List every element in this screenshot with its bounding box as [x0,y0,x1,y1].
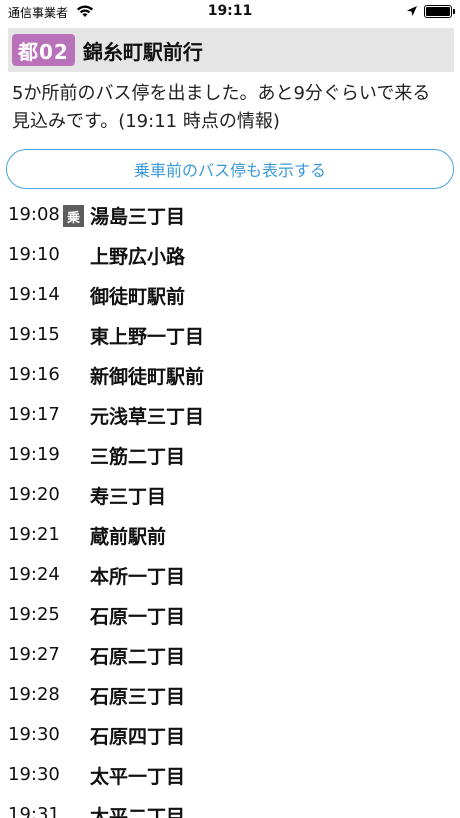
stop-row[interactable]: 19:27 石原二丁目 [0,636,460,676]
stop-list: 19:08 乗湯島三丁目 19:10 上野広小路 19:14 御徒町駅前 19:15 東上野一… [0,196,460,818]
stop-time: 19:30 [8,724,60,745]
stop-name: 本所一丁目 [90,566,186,588]
stop-time: 19:15 [8,324,60,345]
stop-row[interactable]: 19:15 東上野一丁目 [0,316,460,356]
stop-time: 19:17 [8,404,60,425]
stop-row[interactable]: 19:28 石原三丁目 [0,676,460,716]
stop-time: 19:10 [8,244,60,265]
stop-name: 石原二丁目 [90,646,186,668]
stop-name: 上野広小路 [90,246,186,268]
stop-name: 太平二丁目 [90,806,186,818]
stop-time: 19:21 [8,524,60,545]
stop-time: 19:30 [8,764,60,785]
status-time: 19:11 [207,3,253,19]
stop-name: 太平一丁目 [90,766,186,788]
stop-row[interactable]: 19:24 本所一丁目 [0,556,460,596]
stop-time: 19:08 [8,204,60,225]
status-bar: 通信事業者 19:11 [0,0,460,24]
stop-name: 石原四丁目 [90,726,186,748]
arrival-info: 5か所前のバス停を出ました。あと9分ぐらいで来る見込みです。(19:11 時点の… [12,83,431,132]
stop-time: 19:19 [8,444,60,465]
stop-time: 19:25 [8,604,60,625]
stop-row[interactable]: 19:19 三筋二丁目 [0,436,460,476]
stop-time: 19:28 [8,684,60,705]
stop-name: 元浅草三丁目 [90,406,205,428]
route-number-badge: 都02 [12,34,75,66]
stop-time: 19:14 [8,284,60,305]
stop-name: 湯島三丁目 [90,206,186,228]
boarding-badge: 乗 [63,205,84,227]
stop-row[interactable]: 19:31 太平二丁目 [0,796,460,818]
stop-row[interactable]: 19:21 蔵前駅前 [0,516,460,556]
stop-name: 三筋二丁目 [90,446,186,468]
stop-time: 19:16 [8,364,60,385]
stop-row[interactable]: 19:30 太平一丁目 [0,756,460,796]
stop-name: 石原三丁目 [90,686,186,708]
stop-name: 御徒町駅前 [90,286,186,308]
stop-row[interactable]: 19:10 上野広小路 [0,236,460,276]
stop-name: 東上野一丁目 [90,326,205,348]
location-arrow-icon [407,6,417,16]
stop-row[interactable]: 19:08 乗湯島三丁目 [0,196,460,236]
stop-name: 石原一丁目 [90,606,186,628]
stop-row[interactable]: 19:30 石原四丁目 [0,716,460,756]
stop-name: 新御徒町駅前 [90,366,205,388]
route-destination: 錦糸町駅前行 [82,39,203,64]
stop-row[interactable]: 19:17 元浅草三丁目 [0,396,460,436]
stop-time: 19:24 [8,564,60,585]
stop-row[interactable]: 19:14 御徒町駅前 [0,276,460,316]
stop-row[interactable]: 19:25 石原一丁目 [0,596,460,636]
stop-time: 19:20 [8,484,60,505]
stop-name: 蔵前駅前 [90,526,167,548]
stop-row[interactable]: 19:16 新御徒町駅前 [0,356,460,396]
route-header: 都02 錦糸町駅前行 [8,28,454,72]
stop-row[interactable]: 19:20 寿三丁目 [0,476,460,516]
stop-time: 19:27 [8,644,60,665]
show-previous-stops-button[interactable]: 乗車前のバス停も表示する [6,149,454,189]
battery-icon [424,5,455,18]
stop-name: 寿三丁目 [90,486,167,508]
stop-time: 19:31 [8,804,60,818]
